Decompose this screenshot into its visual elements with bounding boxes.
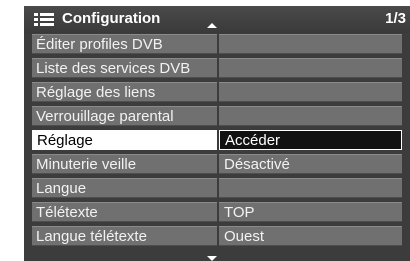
menu-item-reglage-des-liens[interactable]: Réglage des liens <box>32 82 402 102</box>
menu-item-value <box>219 34 402 54</box>
menu-item-langue-teletexte[interactable]: Langue télétexte Ouest <box>32 226 402 246</box>
menu-item-label: Minuterie veille <box>32 154 217 174</box>
menu-title: Configuration <box>62 10 161 27</box>
menu-item-reglage[interactable]: Réglage Accéder <box>32 130 402 150</box>
menu-item-value: Ouest <box>219 226 402 246</box>
menu-item-label: Liste des services DVB <box>32 58 217 78</box>
menu-item-value <box>219 106 402 126</box>
menu-item-label: Réglage des liens <box>32 82 217 102</box>
menu-item-label: Verrouillage parental <box>32 106 217 126</box>
list-menu-icon <box>34 13 54 26</box>
scroll-up-icon[interactable] <box>207 23 217 28</box>
menu-item-value: Désactivé <box>219 154 402 174</box>
menu-item-value <box>219 178 402 198</box>
configuration-menu: Configuration 1/3 Éditer profiles DVB Li… <box>24 6 410 261</box>
menu-item-teletexte[interactable]: Télétexte TOP <box>32 202 402 222</box>
menu-item-value: Accéder <box>219 130 402 150</box>
menu-item-label: Langue télétexte <box>32 226 217 246</box>
menu-item-liste-des-services-dvb[interactable]: Liste des services DVB <box>32 58 402 78</box>
menu-item-value: TOP <box>219 202 402 222</box>
menu-item-label: Réglage <box>32 130 217 150</box>
menu-header: Configuration 1/3 <box>24 6 410 33</box>
menu-item-label: Télétexte <box>32 202 217 222</box>
menu-item-editer-profiles-dvb[interactable]: Éditer profiles DVB <box>32 34 402 54</box>
page-indicator: 1/3 <box>385 10 406 27</box>
menu-item-langue[interactable]: Langue <box>32 178 402 198</box>
menu-item-label: Éditer profiles DVB <box>32 34 217 54</box>
menu-item-value <box>219 82 402 102</box>
menu-item-value <box>219 58 402 78</box>
scroll-down-icon[interactable] <box>207 256 217 261</box>
menu-item-label: Langue <box>32 178 217 198</box>
menu-item-verrouillage-parental[interactable]: Verrouillage parental <box>32 106 402 126</box>
menu-item-minuterie-veille[interactable]: Minuterie veille Désactivé <box>32 154 402 174</box>
